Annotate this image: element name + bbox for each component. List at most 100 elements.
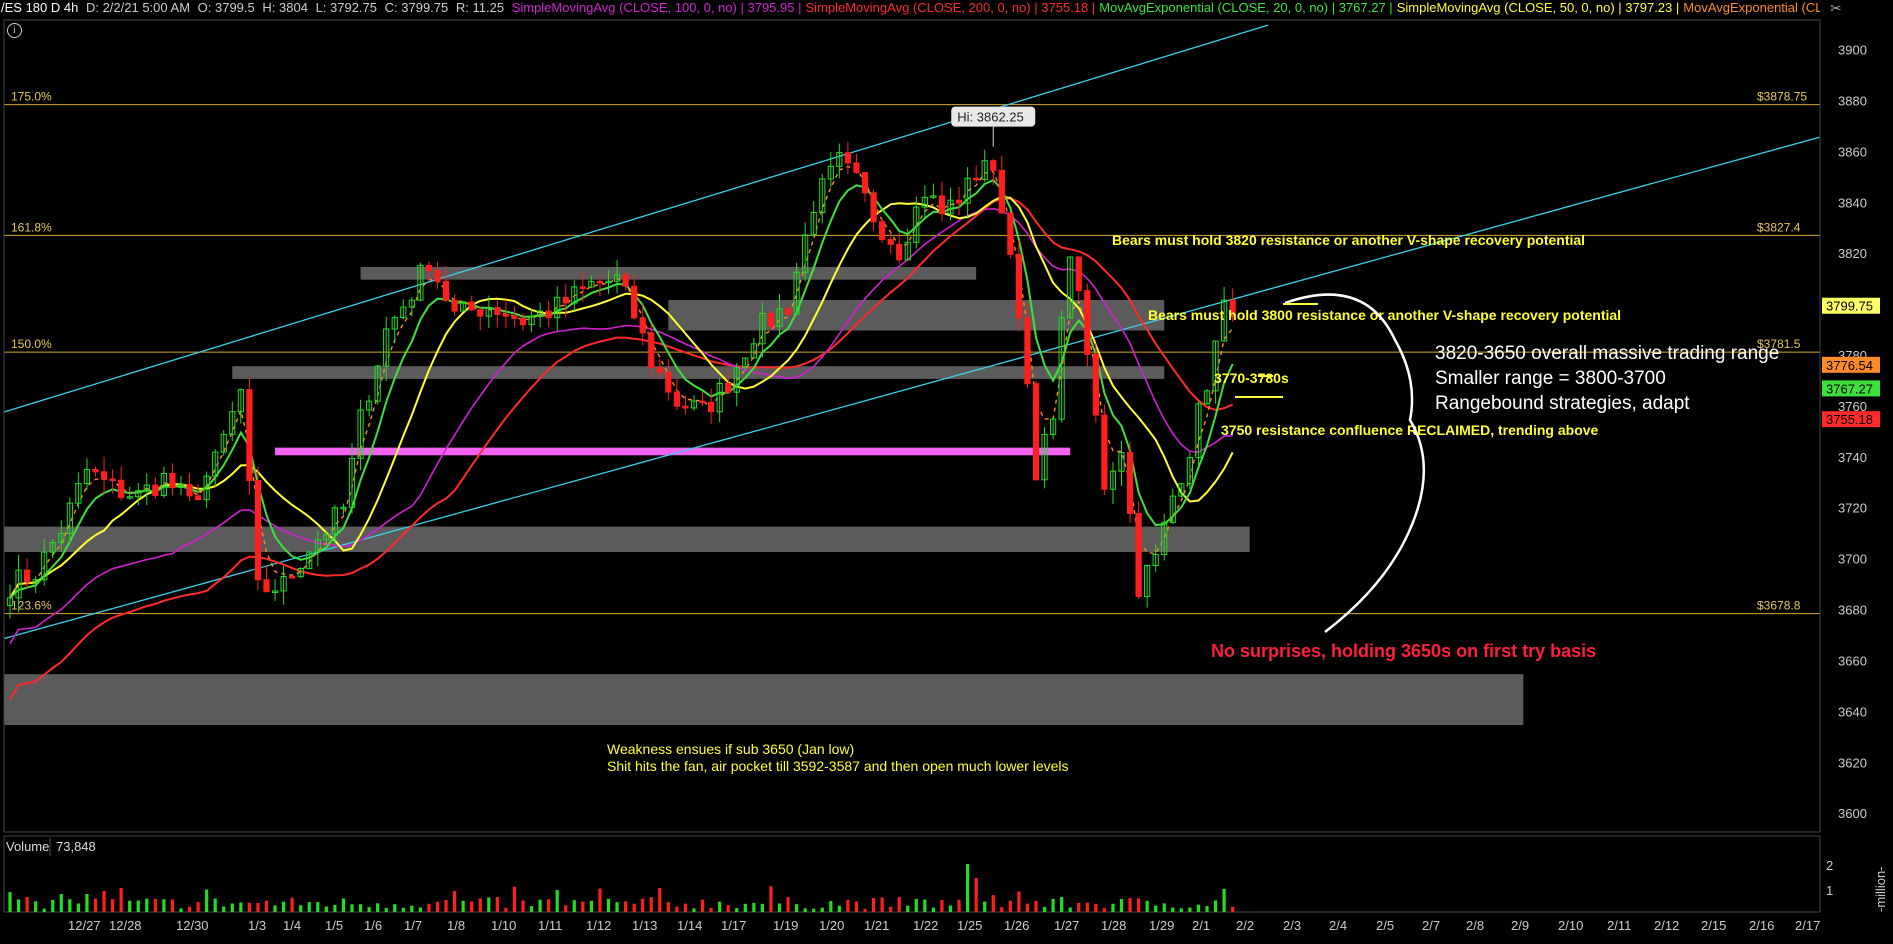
x-tick-20: 1/26 <box>1004 918 1029 933</box>
volume-bar-0 <box>8 892 12 912</box>
zone-0 <box>360 266 977 280</box>
volume-bar-137 <box>1179 908 1183 912</box>
candle-39 <box>340 503 347 515</box>
volume-bar-13 <box>119 887 123 912</box>
candle-54 <box>468 295 475 312</box>
candle-body-63 <box>545 310 552 319</box>
range-arc <box>1284 293 1425 633</box>
volume-bar-56 <box>487 897 491 912</box>
volume-bar-49 <box>427 903 431 912</box>
volume-bar-41 <box>358 904 363 912</box>
volume-unit: -million- <box>1873 867 1888 913</box>
candle-body-104 <box>896 243 903 261</box>
volume-bar-24 <box>213 898 217 912</box>
candle-125 <box>1075 255 1082 301</box>
volume-bar-64 <box>555 890 559 912</box>
candle-112 <box>964 167 971 218</box>
volume-bar-128 <box>1102 908 1106 912</box>
candle-body-51 <box>442 280 450 302</box>
volume-bar-66 <box>572 900 576 912</box>
candle-body-113 <box>973 177 980 181</box>
volume-bar-8 <box>76 903 80 912</box>
candle-body-111 <box>955 199 963 204</box>
volume-bar-82 <box>709 907 713 912</box>
candle-18 <box>160 466 168 499</box>
volume-bar-129 <box>1111 903 1115 912</box>
volume-bar-30 <box>264 900 269 912</box>
volume-bar-120 <box>1034 901 1038 912</box>
volume-bar-6 <box>59 894 63 912</box>
volume-bar-92 <box>795 904 799 912</box>
fib-label-3: 123.6% <box>11 599 52 613</box>
candle-body-125 <box>1075 256 1082 292</box>
volume-bar-12 <box>111 899 115 912</box>
candle-97 <box>836 143 843 179</box>
candle-body-91 <box>784 308 792 315</box>
fib-label-0: 175.0% <box>11 90 52 104</box>
y-tick-3620: 3620 <box>1838 755 1867 770</box>
volume-bar-25 <box>222 906 226 912</box>
x-tick-34: 2/12 <box>1654 918 1679 933</box>
candle-45 <box>391 315 398 344</box>
volume-bar-100 <box>863 908 867 912</box>
candle-46 <box>400 299 407 320</box>
candle-body-73 <box>631 285 638 319</box>
x-tick-8: 1/8 <box>447 918 465 933</box>
volume-bar-31 <box>273 905 277 912</box>
candle-79 <box>682 395 689 415</box>
candle-114 <box>981 149 988 182</box>
volume-bar-131 <box>1128 898 1132 912</box>
volume-bar-122 <box>1051 898 1055 912</box>
x-tick-37: 2/17 <box>1795 918 1820 933</box>
candle-body-58 <box>502 313 509 317</box>
candle-50 <box>434 262 441 289</box>
volume-pane-border <box>3 835 1821 913</box>
candle-31 <box>271 579 279 601</box>
candle-117 <box>1007 211 1014 259</box>
x-tick-0: 12/27 <box>68 918 101 933</box>
candle-95 <box>819 173 826 224</box>
candle-body-49 <box>425 264 433 272</box>
volume-bar-110 <box>948 905 953 912</box>
candle-body-11 <box>100 471 108 480</box>
volume-bar-133 <box>1145 900 1149 912</box>
volume-bar-139 <box>1196 904 1201 912</box>
candle-10 <box>92 466 99 477</box>
y-tick-3680: 3680 <box>1838 603 1867 618</box>
volume-bar-28 <box>247 902 251 912</box>
candle-24 <box>212 449 219 488</box>
volume-bar-83 <box>718 901 722 912</box>
candle-103 <box>887 230 894 255</box>
volume-bar-74 <box>641 898 645 912</box>
volume-bar-65 <box>564 905 568 912</box>
candle-body-13 <box>118 479 125 498</box>
fib-price-1: $3827.4 <box>1757 220 1801 234</box>
candle-body-2 <box>24 569 31 583</box>
volume-bar-2 <box>25 897 29 912</box>
volume-bar-58 <box>504 907 508 912</box>
volume-bar-130 <box>1119 899 1124 912</box>
x-tick-22: 1/28 <box>1101 918 1126 933</box>
volume-bar-93 <box>803 908 807 912</box>
volume-bar-73 <box>632 903 636 912</box>
volume-bar-123 <box>1060 897 1064 912</box>
price-chart[interactable]: 175.0% $3878.75161.8% $3827.4150.0% $3781.5… <box>0 0 1893 944</box>
volume-bar-18 <box>162 899 166 912</box>
y-tick-3700: 3700 <box>1838 552 1867 567</box>
volume-bar-34 <box>299 905 303 912</box>
candle-body-57 <box>494 306 501 315</box>
x-tick-25: 2/2 <box>1236 918 1254 933</box>
candle-83 <box>716 378 723 423</box>
x-tick-16: 1/20 <box>819 918 844 933</box>
x-tick-26: 2/3 <box>1283 918 1301 933</box>
volume-bar-125 <box>1077 902 1081 912</box>
last-price-label: 3799.75 <box>1826 299 1873 314</box>
volume-bar-69 <box>598 888 602 912</box>
volume-bar-81 <box>700 899 705 912</box>
volume-bar-48 <box>418 907 422 912</box>
candle-30 <box>263 565 270 593</box>
volume-tick-2: 2 <box>1826 858 1833 873</box>
note-3750: 3750 resistance confluence RECLAIMED, tr… <box>1221 422 1599 438</box>
volume-bar-70 <box>606 898 611 912</box>
candle-113 <box>973 165 980 183</box>
